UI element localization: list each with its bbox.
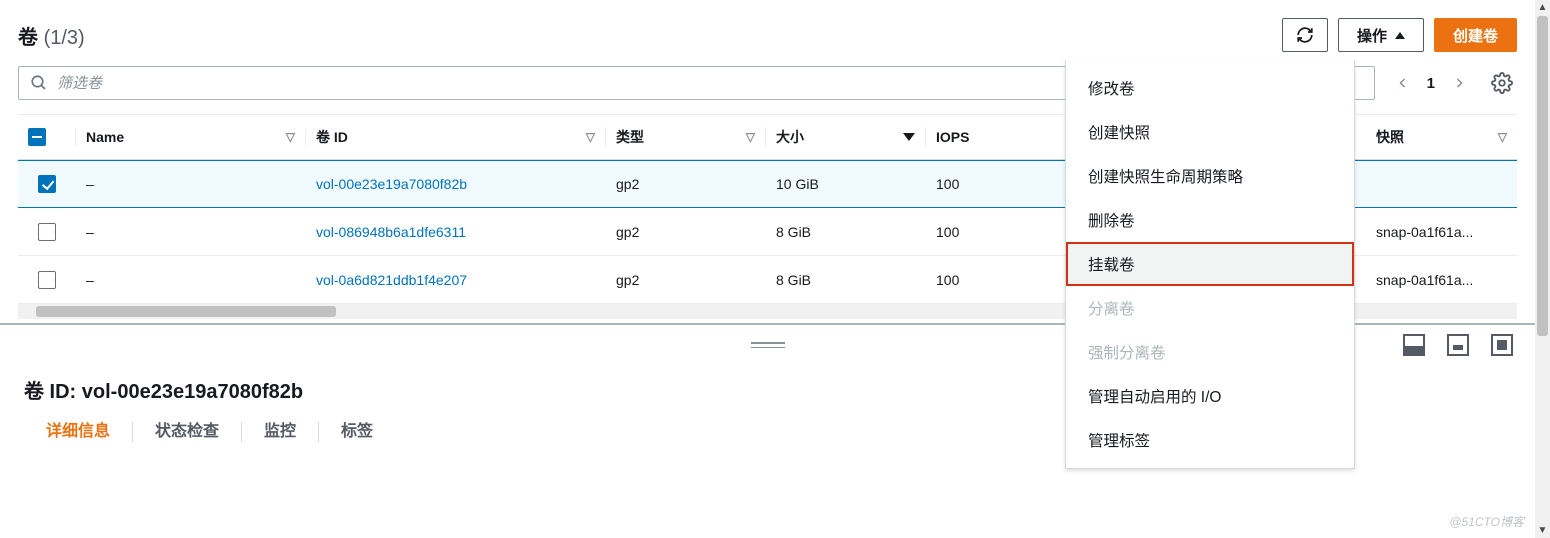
tab-details[interactable]: 详细信息 (24, 422, 133, 442)
type-cell: gp2 (616, 272, 639, 288)
snapshot-cell: snap-0a1f61a... (1376, 224, 1473, 240)
sort-icon: ▽ (1498, 130, 1507, 144)
size-cell: 10 GiB (776, 176, 819, 192)
col-type[interactable]: 类型▽ (606, 127, 766, 147)
menu-modify[interactable]: 修改卷 (1066, 66, 1354, 110)
gear-icon (1491, 72, 1513, 94)
layout-bottom-button[interactable] (1403, 334, 1425, 356)
actions-menu: 修改卷 创建快照 创建快照生命周期策略 删除卷 挂载卷 分离卷 强制分离卷 管理… (1065, 60, 1355, 469)
size-cell: 8 GiB (776, 272, 811, 288)
menu-force: 强制分离卷 (1066, 330, 1354, 374)
refresh-button[interactable] (1282, 18, 1328, 52)
iops-cell: 100 (936, 272, 959, 288)
select-all-cell[interactable] (18, 128, 76, 146)
menu-snapshot[interactable]: 创建快照 (1066, 110, 1354, 154)
row-checkbox[interactable] (38, 271, 56, 289)
iops-cell: 100 (936, 176, 959, 192)
menu-delete[interactable]: 删除卷 (1066, 198, 1354, 242)
layout-mid-button[interactable] (1447, 334, 1469, 356)
scroll-up-icon[interactable]: ▲ (1535, 0, 1550, 15)
drag-handle-icon (751, 342, 785, 348)
title-text: 卷 (18, 27, 38, 49)
col-name[interactable]: Name▽ (76, 129, 306, 145)
name-cell: – (86, 176, 94, 192)
menu-detach: 分离卷 (1066, 286, 1354, 330)
search-icon (30, 74, 48, 92)
prev-page-button[interactable] (1393, 70, 1413, 96)
selection-count: (1/3) (44, 27, 85, 49)
sort-icon: ▽ (286, 130, 295, 144)
page-number: 1 (1427, 75, 1435, 92)
type-cell: gp2 (616, 176, 639, 192)
caret-up-icon (1395, 32, 1405, 39)
chevron-left-icon (1397, 74, 1409, 92)
tab-tags[interactable]: 标签 (319, 422, 395, 442)
actions-dropdown-button[interactable]: 操作 (1338, 18, 1424, 52)
actions-label: 操作 (1357, 25, 1387, 46)
size-cell: 8 GiB (776, 224, 811, 240)
layout-full-button[interactable] (1491, 334, 1513, 356)
page-title: 卷 (1/3) (18, 21, 85, 50)
pagination: 1 (1393, 70, 1469, 96)
watermark: @51CTO博客 (1449, 513, 1524, 530)
scrollbar-thumb[interactable] (36, 306, 336, 317)
menu-lifecycle[interactable]: 创建快照生命周期策略 (1066, 154, 1354, 198)
chevron-right-icon (1453, 74, 1465, 92)
col-snapshot[interactable]: 快照▽ (1366, 127, 1517, 147)
settings-button[interactable] (1487, 68, 1517, 98)
sort-icon: ▽ (746, 130, 755, 144)
next-page-button[interactable] (1449, 70, 1469, 96)
tab-monitor[interactable]: 监控 (242, 422, 319, 442)
col-volume-id[interactable]: 卷 ID▽ (306, 127, 606, 147)
row-checkbox[interactable] (38, 223, 56, 241)
snapshot-cell: snap-0a1f61a... (1376, 272, 1473, 288)
scroll-down-icon[interactable]: ▼ (1535, 523, 1550, 538)
col-size[interactable]: 大小 (766, 127, 926, 147)
sort-icon: ▽ (586, 130, 595, 144)
type-cell: gp2 (616, 224, 639, 240)
mixed-checkbox-icon (28, 128, 46, 146)
create-volume-button[interactable]: 创建卷 (1434, 18, 1517, 52)
menu-tags[interactable]: 管理标签 (1066, 418, 1354, 462)
name-cell: – (86, 272, 94, 288)
refresh-icon (1296, 26, 1314, 44)
vertical-scrollbar[interactable]: ▲ ▼ (1535, 0, 1550, 538)
tab-status[interactable]: 状态检查 (133, 422, 242, 442)
sort-desc-icon (903, 133, 915, 141)
menu-auto-io[interactable]: 管理自动启用的 I/O (1066, 374, 1354, 418)
row-checkbox[interactable] (38, 175, 56, 193)
menu-attach[interactable]: 挂载卷 (1066, 242, 1354, 286)
scrollbar-thumb[interactable] (1537, 16, 1548, 336)
iops-cell: 100 (936, 224, 959, 240)
volume-id-link[interactable]: vol-0a6d821ddb1f4e207 (316, 272, 467, 288)
volume-id-link[interactable]: vol-086948b6a1dfe6311 (316, 224, 466, 240)
volume-id-link[interactable]: vol-00e23e19a7080f82b (316, 176, 467, 192)
name-cell: – (86, 224, 94, 240)
